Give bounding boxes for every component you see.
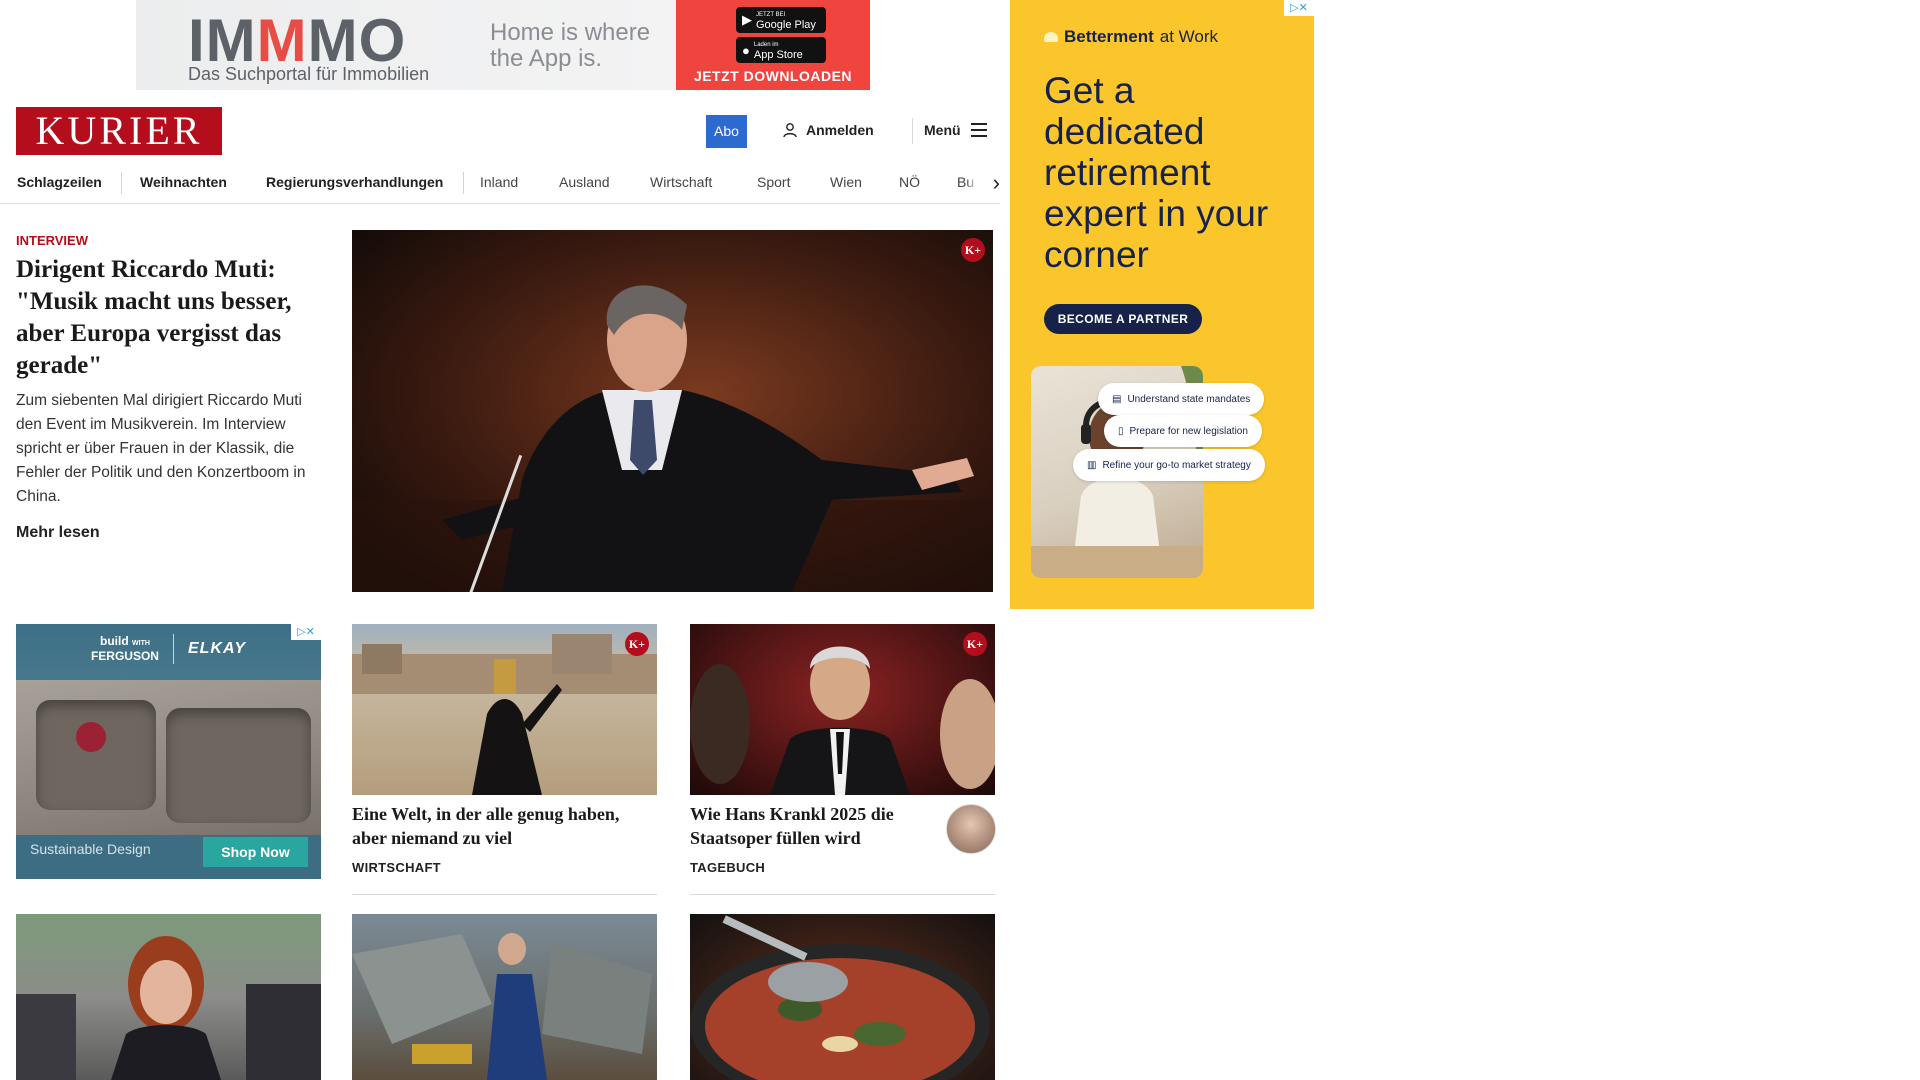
shop-now-button[interactable]: Shop Now bbox=[203, 837, 308, 867]
ad-choices-close-icon[interactable]: ▷✕ bbox=[1284, 0, 1314, 16]
betterment-logo-icon bbox=[1044, 32, 1058, 42]
card-divider bbox=[690, 894, 995, 895]
pill-refine-strategy: ▥ Refine your go-to market strategy bbox=[1073, 449, 1265, 481]
brand-part: WITH bbox=[132, 640, 150, 647]
pill-label: Refine your go-to market strategy bbox=[1102, 459, 1251, 471]
soup-pot-illustration bbox=[690, 915, 990, 1080]
card-image-soup[interactable] bbox=[690, 914, 995, 1080]
nav-item-wirtschaft[interactable]: Wirtschaft bbox=[650, 174, 712, 190]
nav-item-sport[interactable]: Sport bbox=[757, 174, 790, 190]
betterment-brand-bold: Betterment bbox=[1064, 27, 1154, 46]
store-label: Google Play bbox=[756, 19, 816, 31]
card-image-krankl[interactable]: K+ bbox=[690, 624, 995, 795]
card-headline-krankl[interactable]: Wie Hans Krankl 2025 die Staatsoper füll… bbox=[690, 802, 930, 850]
apple-icon: ● bbox=[742, 42, 750, 58]
sink-basin-right bbox=[166, 708, 311, 823]
immmo-brand-panel: IMMMO Das Suchportal für Immobilien Home… bbox=[136, 0, 676, 90]
hamburger-icon bbox=[970, 123, 987, 137]
pill-prepare-legislation: ▯ Prepare for new legislation bbox=[1104, 415, 1262, 447]
betterment-brand: Betterment at Work bbox=[1044, 27, 1218, 47]
nav-item-ausland[interactable]: Ausland bbox=[559, 174, 610, 190]
login-button[interactable]: Anmelden bbox=[782, 122, 874, 138]
read-more-link[interactable]: Mehr lesen bbox=[16, 524, 100, 542]
nav-item-wien[interactable]: Wien bbox=[830, 174, 862, 190]
card-category[interactable]: WIRTSCHAFT bbox=[352, 860, 441, 875]
author-avatar bbox=[946, 804, 996, 854]
document-icon: ▤ bbox=[1112, 393, 1122, 405]
download-cta[interactable]: JETZT DOWNLOADEN bbox=[676, 68, 870, 84]
nav-item-noe[interactable]: NÖ bbox=[899, 174, 920, 190]
kplus-premium-badge: K+ bbox=[625, 632, 649, 656]
lead-kicker: INTERVIEW bbox=[16, 233, 88, 248]
kplus-premium-badge: K+ bbox=[961, 238, 985, 262]
card-image-wreckage[interactable] bbox=[352, 914, 657, 1080]
card-image-red-haired-woman[interactable] bbox=[16, 914, 321, 1080]
user-icon bbox=[783, 123, 797, 138]
wreckage-illustration bbox=[352, 933, 652, 1080]
immmo-claim: Home is where the App is. bbox=[490, 19, 651, 72]
map-icon: ▥ bbox=[1087, 459, 1097, 471]
elkay-logo: ELKAY bbox=[187, 640, 247, 657]
pill-label: Prepare for new legislation bbox=[1129, 425, 1248, 437]
lead-teaser: Zum siebenten Mal dirigiert Riccardo Mut… bbox=[16, 392, 306, 505]
app-store-button[interactable]: ● Laden im App Store bbox=[736, 37, 826, 63]
krankl-portrait-illustration bbox=[690, 646, 995, 795]
ad-brand-row: build WITH FERGUSON ELKAY bbox=[16, 634, 321, 664]
site-header: KURIER Abo Anmelden Menü bbox=[0, 100, 1000, 160]
pill-label: Understand state mandates bbox=[1127, 393, 1251, 405]
login-label: Anmelden bbox=[806, 122, 874, 138]
cherries-bowl-image bbox=[76, 722, 106, 752]
build-with-ferguson-logo: build WITH FERGUSON bbox=[91, 635, 159, 663]
menu-button[interactable]: Menü bbox=[924, 122, 987, 138]
card-headline-eine-welt[interactable]: Eine Welt, in der alle genug haben, aber… bbox=[352, 802, 657, 850]
file-icon: ▯ bbox=[1118, 425, 1124, 437]
ad-tagline: Sustainable Design bbox=[30, 841, 151, 857]
betterment-headline: Get a dedicated retirement expert in you… bbox=[1044, 70, 1269, 275]
conductor-illustration bbox=[352, 230, 993, 592]
nav-item-regierungsverhandlungen[interactable]: Regierungsverhandlungen bbox=[266, 174, 443, 190]
store-label: App Store bbox=[753, 49, 803, 61]
header-divider bbox=[912, 118, 913, 144]
brand-part: build bbox=[100, 634, 129, 648]
brand-divider bbox=[172, 634, 174, 664]
street-crowd-illustration bbox=[16, 936, 321, 1080]
pill-understand-mandates: ▤ Understand state mandates bbox=[1098, 383, 1265, 415]
nav-item-weihnachten[interactable]: Weihnachten bbox=[140, 174, 227, 190]
become-partner-button[interactable]: BECOME A PARTNER bbox=[1044, 304, 1202, 334]
kurier-logo[interactable]: KURIER bbox=[16, 107, 222, 155]
betterment-side-ad[interactable]: ▷✕ Betterment at Work Get a dedicated re… bbox=[1010, 0, 1314, 609]
kplus-premium-badge: K+ bbox=[963, 632, 987, 656]
menu-label: Menü bbox=[924, 122, 961, 138]
nav-divider bbox=[463, 172, 464, 194]
google-play-button[interactable]: ▶ JETZT BEI Google Play bbox=[736, 7, 826, 33]
immmo-tagline: Das Suchportal für Immobilien bbox=[188, 64, 430, 84]
nav-divider bbox=[121, 172, 122, 194]
sink-basin-left bbox=[36, 700, 156, 810]
nav-scroll-right-icon[interactable]: › bbox=[968, 168, 1000, 198]
nav-item-inland[interactable]: Inland bbox=[480, 174, 518, 190]
card-category[interactable]: TAGEBUCH bbox=[690, 860, 765, 875]
lead-headline[interactable]: Dirigent Riccardo Muti: "Musik macht uns… bbox=[16, 254, 324, 382]
desert-scene-illustration bbox=[352, 634, 657, 795]
brand-part: FERGUSON bbox=[90, 649, 159, 663]
elkay-ferguson-ad[interactable]: ▷✕ build WITH FERGUSON ELKAY Sustainable… bbox=[16, 624, 321, 879]
betterment-brand-light: at Work bbox=[1159, 27, 1219, 46]
card-image-desert-woman[interactable]: K+ bbox=[352, 624, 657, 795]
play-store-icon: ▶ bbox=[742, 12, 752, 27]
abo-button[interactable]: Abo bbox=[706, 115, 747, 148]
card-divider bbox=[352, 894, 657, 895]
sink-product-image bbox=[16, 680, 321, 840]
lead-image-conductor[interactable]: K+ bbox=[352, 230, 993, 592]
immmo-cta-panel[interactable]: ▶ JETZT BEI Google Play ● Laden im App S… bbox=[676, 0, 870, 90]
top-banner-ad[interactable]: IMMMO Das Suchportal für Immobilien Home… bbox=[136, 0, 870, 90]
nav-item-schlagzeilen[interactable]: Schlagzeilen bbox=[17, 174, 102, 190]
section-nav: Schlagzeilen Weihnachten Regierungsverha… bbox=[0, 162, 1000, 204]
